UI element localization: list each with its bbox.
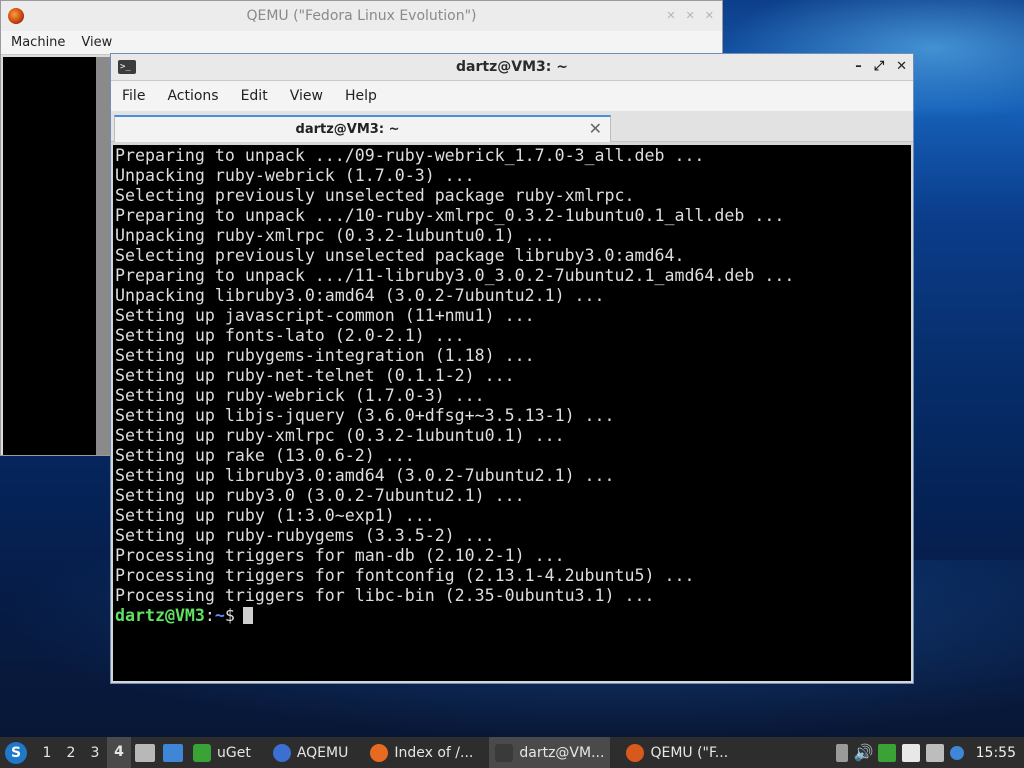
close-icon[interactable]: ✕ [896, 59, 907, 74]
terminal-line: Selecting previously unselected package … [115, 186, 635, 205]
qemu-display[interactable] [3, 57, 111, 455]
maximize-icon[interactable]: ⤢ [874, 59, 884, 74]
terminal-line: Setting up ruby-webrick (1.7.0-3) ... [115, 386, 485, 405]
workspace-2[interactable]: 2 [59, 745, 83, 761]
terminal-line: Processing triggers for man-db (2.10.2-1… [115, 546, 565, 565]
terminal-line: Setting up ruby-rubygems (3.3.5-2) ... [115, 526, 495, 545]
terminal-window-title: dartz@VM3: ~ [456, 59, 568, 75]
maximize-icon[interactable]: ✕ [686, 9, 695, 22]
taskbar-item[interactable]: dartz@VM... [489, 737, 611, 768]
terminal-line: Unpacking ruby-webrick (1.7.0-3) ... [115, 166, 475, 185]
terminal-output[interactable]: Preparing to unpack .../09-ruby-webrick_… [113, 145, 911, 681]
terminal-line: Unpacking libruby3.0:amd64 (3.0.2-7ubunt… [115, 286, 605, 305]
menu-edit[interactable]: Edit [230, 88, 279, 104]
taskbar-item[interactable]: QEMU ("F... [620, 737, 734, 768]
uget-icon [193, 743, 211, 762]
minimize-icon[interactable]: ✕ [666, 9, 675, 22]
menu-machine[interactable]: Machine [11, 35, 65, 50]
show-desktop-icon[interactable] [163, 743, 183, 762]
taskbar-item-label: Index of /... [394, 744, 474, 761]
taskbar-item-label: AQEMU [296, 744, 349, 761]
terminal-line: Unpacking ruby-xmlrpc (0.3.2-1ubuntu0.1)… [115, 226, 555, 245]
terminal-line: Processing triggers for fontconfig (2.13… [115, 566, 695, 585]
menu-file[interactable]: File [111, 88, 156, 104]
terminal-menubar: File Actions Edit View Help [111, 81, 913, 111]
qemu-menubar: Machine View [1, 31, 722, 55]
taskbar-item-label: dartz@VM... [519, 744, 605, 761]
terminal-line: Setting up ruby-xmlrpc (0.3.2-1ubuntu0.1… [115, 426, 565, 445]
terminal-line: Setting up ruby (1:3.0~exp1) ... [115, 506, 435, 525]
qemu-titlebar[interactable]: QEMU ("Fedora Linux Evolution") ✕ ✕ ✕ [1, 1, 722, 31]
taskbar-item-label: uGet [217, 744, 251, 761]
terminal-titlebar[interactable]: >_ dartz@VM3: ~ – ⤢ ✕ [111, 54, 913, 81]
prompt-symbol: $ [224, 606, 235, 625]
prompt-path: ~ [214, 606, 225, 625]
prompt-separator: : [204, 606, 215, 625]
aqemu-icon [272, 743, 291, 762]
terminal-line: Setting up libruby3.0:amd64 (3.0.2-7ubun… [115, 466, 615, 485]
terminal-line: Processing triggers for libc-bin (2.35-0… [115, 586, 655, 605]
firefox-icon [370, 743, 389, 762]
terminal-line: Setting up libjs-jquery (3.6.0+dfsg+~3.5… [115, 406, 615, 425]
qemu-display-border [96, 57, 111, 455]
tab-close-icon[interactable]: ✕ [589, 119, 602, 138]
minimize-icon[interactable]: – [855, 59, 862, 74]
menu-actions[interactable]: Actions [156, 88, 229, 104]
qemu-icon [626, 743, 645, 762]
workspace-4[interactable]: 4 [107, 737, 131, 768]
file-manager-icon[interactable] [135, 743, 155, 762]
qemu-window-title: QEMU ("Fedora Linux Evolution") [246, 8, 477, 24]
tab-terminal[interactable]: dartz@VM3: ~ ✕ [114, 115, 611, 142]
terminal-line: Setting up rake (13.0.6-2) ... [115, 446, 415, 465]
uget-tray-icon[interactable] [877, 743, 896, 762]
workspace-3[interactable]: 3 [83, 745, 107, 761]
terminal-icon [495, 743, 514, 762]
terminal-line: Setting up ruby3.0 (3.0.2-7ubuntu2.1) ..… [115, 486, 525, 505]
terminal-line: Setting up javascript-common (11+nmu1) .… [115, 306, 535, 325]
terminal-line: Setting up ruby-net-telnet (0.1.1-2) ... [115, 366, 515, 385]
menu-help[interactable]: Help [334, 88, 388, 104]
terminal-line: Setting up rubygems-integration (1.18) .… [115, 346, 535, 365]
terminal-line: Preparing to unpack .../11-libruby3.0_3.… [115, 266, 795, 285]
volume-icon[interactable]: 🔊 [854, 743, 874, 762]
system-tray: 🔊 15:55 [835, 737, 1024, 768]
clock[interactable]: 15:55 [976, 745, 1016, 761]
terminal-line: Setting up fonts-lato (2.0-2.1) ... [115, 326, 465, 345]
terminal-line: Preparing to unpack .../09-ruby-webrick_… [115, 146, 705, 165]
taskbar-item-label: QEMU ("F... [650, 744, 729, 761]
network-icon[interactable] [925, 743, 944, 762]
terminal-window[interactable]: >_ dartz@VM3: ~ – ⤢ ✕ File Actions Edit … [110, 53, 914, 684]
close-icon[interactable]: ✕ [705, 9, 714, 22]
prompt-line: dartz@VM3:~$ [115, 606, 911, 626]
taskbar-item[interactable]: AQEMU [267, 737, 355, 768]
terminal-cursor[interactable] [242, 607, 253, 624]
clipboard-icon[interactable] [901, 743, 920, 762]
info-icon[interactable] [949, 745, 964, 760]
taskbar: S 1 2 3 4 uGet AQEMU Index of /... dartz@VM… [0, 737, 1024, 768]
tab-label: dartz@VM3: ~ [295, 122, 400, 137]
tab-bar: dartz@VM3: ~ ✕ [111, 111, 913, 142]
taskbar-item[interactable]: Index of /... [364, 737, 479, 768]
menu-view[interactable]: View [279, 88, 334, 104]
prompt-user: dartz@VM3 [115, 606, 205, 625]
terminal-line: Preparing to unpack .../10-ruby-xmlrpc_0… [115, 206, 785, 225]
battery-icon[interactable] [835, 743, 848, 762]
workspace-1[interactable]: 1 [35, 745, 59, 761]
terminal-line: Selecting previously unselected package … [115, 246, 685, 265]
start-menu-icon[interactable]: S [5, 741, 27, 764]
taskbar-item[interactable]: uGet [187, 737, 257, 768]
menu-view[interactable]: View [81, 35, 112, 50]
